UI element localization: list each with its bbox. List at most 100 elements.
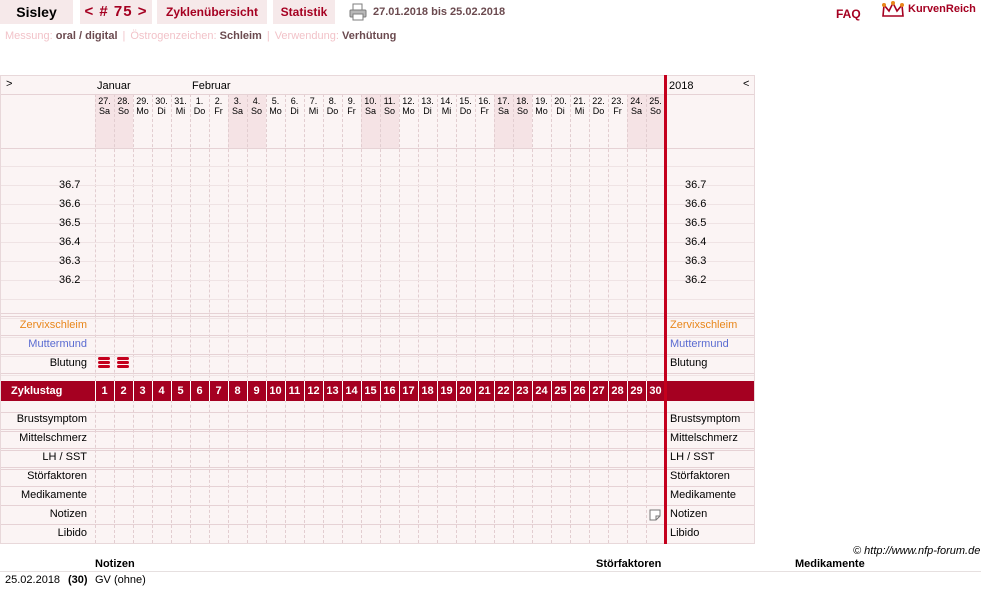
row-divider — [1, 431, 754, 432]
day-header[interactable]: 28. So — [114, 96, 133, 116]
row-divider — [1, 354, 754, 355]
day-header[interactable]: 1. Do — [190, 96, 209, 116]
cycle-day-number[interactable]: 20 — [456, 385, 475, 397]
day-header[interactable]: 23. Fr — [608, 96, 627, 116]
day-header[interactable]: 21. Mi — [570, 96, 589, 116]
cycle-day-number[interactable]: 28 — [608, 385, 627, 397]
day-header[interactable]: 29. Mo — [133, 96, 152, 116]
day-header[interactable]: 7. Mi — [304, 96, 323, 116]
day-header[interactable]: 4. So — [247, 96, 266, 116]
cycle-day-number[interactable]: 25 — [551, 385, 570, 397]
day-header[interactable]: 9. Fr — [342, 96, 361, 116]
day-weekday: Sa — [497, 106, 509, 116]
row-label-right: Notizen — [670, 508, 708, 520]
day-header[interactable]: 13. Di — [418, 96, 437, 116]
day-header[interactable]: 22. Do — [589, 96, 608, 116]
day-header[interactable]: 12. Mo — [399, 96, 418, 116]
cycle-day-divider — [361, 381, 362, 401]
row-divider — [1, 469, 754, 470]
cycle-day-number[interactable]: 30 — [646, 385, 665, 397]
cycle-day-number[interactable]: 23 — [513, 385, 532, 397]
faq-link[interactable]: FAQ — [836, 4, 861, 28]
day-header[interactable]: 17. Sa — [494, 96, 513, 116]
temp-grid-line — [1, 280, 754, 281]
day-weekday: Do — [326, 106, 339, 116]
cycle-day-number[interactable]: 11 — [285, 385, 304, 397]
cycle-day-number[interactable]: 26 — [570, 385, 589, 397]
day-header[interactable]: 5. Mo — [266, 96, 285, 116]
cycle-day-number[interactable]: 10 — [266, 385, 285, 397]
cycle-day-number[interactable]: 16 — [380, 385, 399, 397]
cycle-day-number[interactable]: 2 — [114, 385, 133, 397]
cycle-day-number[interactable]: 22 — [494, 385, 513, 397]
top-bar: Sisley < # 75 > Zyklenübersicht Statisti… — [0, 0, 981, 26]
cycle-day-number[interactable]: 9 — [247, 385, 266, 397]
day-number: 17. — [497, 96, 510, 106]
profile-name[interactable]: Sisley — [0, 0, 73, 24]
cycle-navigation[interactable]: < # 75 > — [80, 0, 152, 24]
cycle-day-divider — [228, 381, 229, 401]
printer-icon[interactable] — [349, 3, 367, 21]
cycle-day-number[interactable]: 8 — [228, 385, 247, 397]
cycle-day-divider — [247, 381, 248, 401]
day-header[interactable]: 11. So — [380, 96, 399, 116]
cycle-day-number[interactable]: 15 — [361, 385, 380, 397]
day-header[interactable]: 19. Mo — [532, 96, 551, 116]
year-label: 2018 — [669, 80, 694, 92]
cycle-day-number[interactable]: 6 — [190, 385, 209, 397]
day-header[interactable]: 8. Do — [323, 96, 342, 116]
day-header[interactable]: 27. Sa — [95, 96, 114, 116]
cycle-day-divider — [266, 381, 267, 401]
day-header[interactable]: 24. Sa — [627, 96, 646, 116]
cycle-day-number[interactable]: 14 — [342, 385, 361, 397]
cycle-day-number[interactable]: 24 — [532, 385, 551, 397]
cycle-day-number[interactable]: 21 — [475, 385, 494, 397]
cycle-day-number[interactable]: 13 — [323, 385, 342, 397]
day-header[interactable]: 15. Do — [456, 96, 475, 116]
note-icon[interactable] — [649, 509, 661, 521]
day-weekday: Mi — [175, 106, 186, 116]
cycle-day-number[interactable]: 17 — [399, 385, 418, 397]
tab-statistics[interactable]: Statistik — [273, 0, 335, 24]
day-header[interactable]: 20. Di — [551, 96, 570, 116]
temp-grid-line — [1, 223, 754, 224]
day-header[interactable]: 3. Sa — [228, 96, 247, 116]
row-divider — [1, 316, 754, 317]
date-range: 27.01.2018 bis 25.02.2018 — [373, 6, 506, 18]
bleeding-icon[interactable] — [116, 356, 130, 369]
day-header[interactable]: 2. Fr — [209, 96, 228, 116]
day-header[interactable]: 30. Di — [152, 96, 171, 116]
cycle-day-number[interactable]: 19 — [437, 385, 456, 397]
temp-label-left: 36.3 — [59, 255, 81, 267]
row-divider — [1, 524, 754, 525]
day-header[interactable]: 16. Fr — [475, 96, 494, 116]
cycle-day-number[interactable]: 5 — [171, 385, 190, 397]
settings-line: Messung: oral / digital | Östrogenzeichen:… — [5, 30, 396, 42]
day-header[interactable]: 31. Mi — [171, 96, 190, 116]
notes-column-header: Notizen — [95, 558, 135, 570]
cycle-day-number[interactable]: 3 — [133, 385, 152, 397]
cycle-day-number[interactable]: 27 — [589, 385, 608, 397]
row-divider — [1, 505, 754, 506]
day-header[interactable]: 25. So — [646, 96, 665, 116]
day-header[interactable]: 10. Sa — [361, 96, 380, 116]
scroll-left-button[interactable]: > — [6, 78, 12, 90]
cycle-day-number[interactable]: 12 — [304, 385, 323, 397]
cycle-day-number[interactable]: 7 — [209, 385, 228, 397]
tab-cycle-overview[interactable]: Zyklenübersicht — [157, 0, 267, 24]
cycle-day-divider — [494, 381, 495, 401]
row-label-left: Blutung — [49, 357, 87, 369]
temp-grid-line — [1, 166, 754, 167]
bleeding-icon[interactable] — [97, 356, 111, 369]
cycle-day-divider — [513, 381, 514, 401]
day-header[interactable]: 18. So — [513, 96, 532, 116]
divider: | — [122, 30, 126, 42]
day-header[interactable]: 6. Di — [285, 96, 304, 116]
cycle-day-number[interactable]: 29 — [627, 385, 646, 397]
day-header[interactable]: 14. Mi — [437, 96, 456, 116]
cycle-day-number[interactable]: 4 — [152, 385, 171, 397]
cycle-day-number[interactable]: 1 — [95, 385, 114, 397]
cycle-day-number[interactable]: 18 — [418, 385, 437, 397]
scroll-right-button[interactable]: < — [743, 78, 749, 90]
kurvenreich-logo[interactable]: KurvenReich — [881, 0, 981, 22]
